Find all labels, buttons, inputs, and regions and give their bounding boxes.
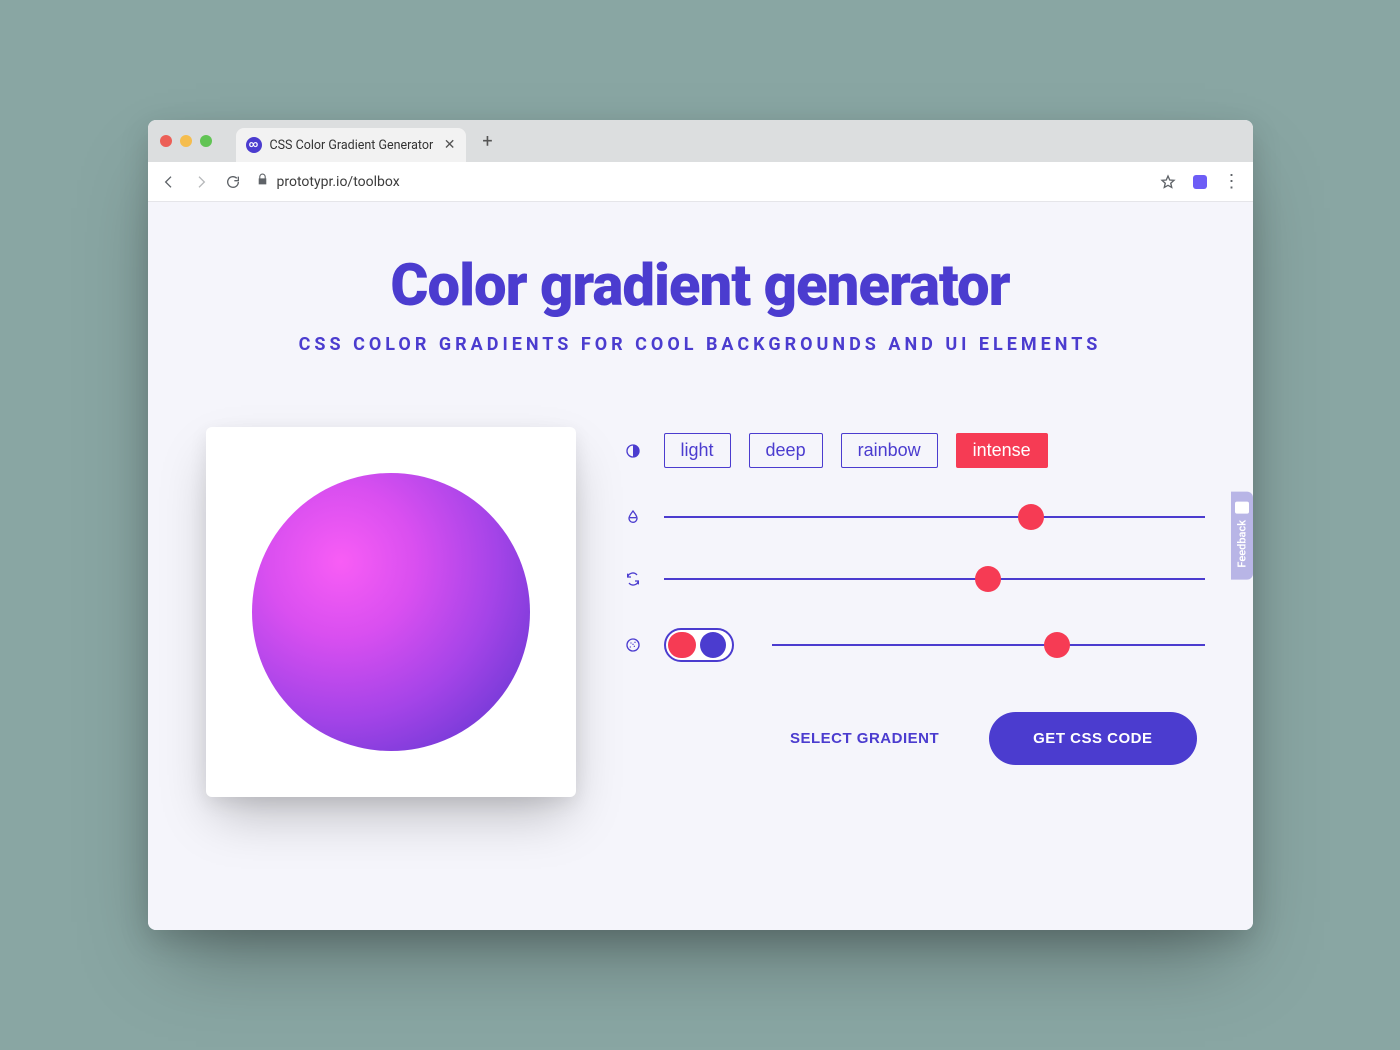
grain-thumb[interactable] [1044, 632, 1070, 658]
feedback-tab[interactable]: Feedback [1231, 492, 1253, 580]
browser-toolbar: prototypr.io/toolbox ⋮ [148, 162, 1253, 202]
action-row: SELECT GRADIENT GET CSS CODE [624, 712, 1205, 765]
rotate-row [624, 566, 1205, 592]
contrast-icon [624, 443, 642, 459]
close-window-icon[interactable] [160, 135, 172, 147]
forward-icon[interactable] [192, 173, 210, 191]
grain-slider[interactable] [772, 632, 1205, 658]
lock-icon [256, 173, 269, 190]
preset-light[interactable]: light [664, 433, 731, 468]
page-content: Color gradient generator CSS COLOR GRADI… [148, 202, 1253, 930]
reload-icon[interactable] [224, 173, 242, 191]
hue-thumb[interactable] [1018, 504, 1044, 530]
preset-rainbow[interactable]: rainbow [841, 433, 938, 468]
toggle-track [668, 632, 696, 658]
bookmark-star-icon[interactable] [1159, 173, 1177, 191]
preset-deep[interactable]: deep [749, 433, 823, 468]
gradient-preview-sphere [252, 473, 530, 751]
minimize-window-icon[interactable] [180, 135, 192, 147]
select-gradient-button[interactable]: SELECT GRADIENT [768, 712, 961, 765]
close-tab-icon[interactable]: ✕ [444, 138, 456, 152]
workspace: light deep rainbow intense [188, 427, 1213, 797]
page-subtitle: CSS COLOR GRADIENTS FOR COOL BACKGROUNDS… [188, 334, 1213, 355]
tab-title: CSS Color Gradient Generator [270, 138, 434, 153]
rotate-thumb[interactable] [975, 566, 1001, 592]
get-css-code-button[interactable]: GET CSS CODE [989, 712, 1196, 765]
droplet-icon [624, 509, 642, 525]
toggle-knob [700, 632, 726, 658]
new-tab-button[interactable]: + [474, 127, 502, 155]
favicon-icon: ∞ [246, 137, 262, 153]
feedback-label: Feedback [1235, 520, 1248, 568]
preset-row: light deep rainbow intense [624, 433, 1205, 468]
address-bar[interactable]: prototypr.io/toolbox [256, 173, 1145, 190]
maximize-window-icon[interactable] [200, 135, 212, 147]
url-text: prototypr.io/toolbox [277, 174, 400, 190]
window-controls [160, 135, 212, 147]
kebab-menu-icon[interactable]: ⋮ [1223, 171, 1241, 192]
feedback-icon [1235, 502, 1249, 514]
back-icon[interactable] [160, 173, 178, 191]
rotate-slider[interactable] [664, 566, 1205, 592]
browser-tab[interactable]: ∞ CSS Color Gradient Generator ✕ [236, 128, 466, 162]
preset-intense[interactable]: intense [956, 433, 1048, 468]
grain-icon [624, 637, 642, 653]
controls-panel: light deep rainbow intense [624, 427, 1205, 765]
tab-strip: ∞ CSS Color Gradient Generator ✕ + [148, 120, 1253, 162]
gradient-preview-card [206, 427, 576, 797]
extension-icon[interactable] [1193, 175, 1207, 189]
preset-group: light deep rainbow intense [664, 433, 1048, 468]
grain-row [624, 628, 1205, 662]
hue-slider[interactable] [664, 504, 1205, 530]
rotate-icon [624, 571, 642, 587]
page-title: Color gradient generator [188, 252, 1213, 320]
browser-window: ∞ CSS Color Gradient Generator ✕ + proto… [148, 120, 1253, 930]
grain-toggle[interactable] [664, 628, 734, 662]
hue-row [624, 504, 1205, 530]
